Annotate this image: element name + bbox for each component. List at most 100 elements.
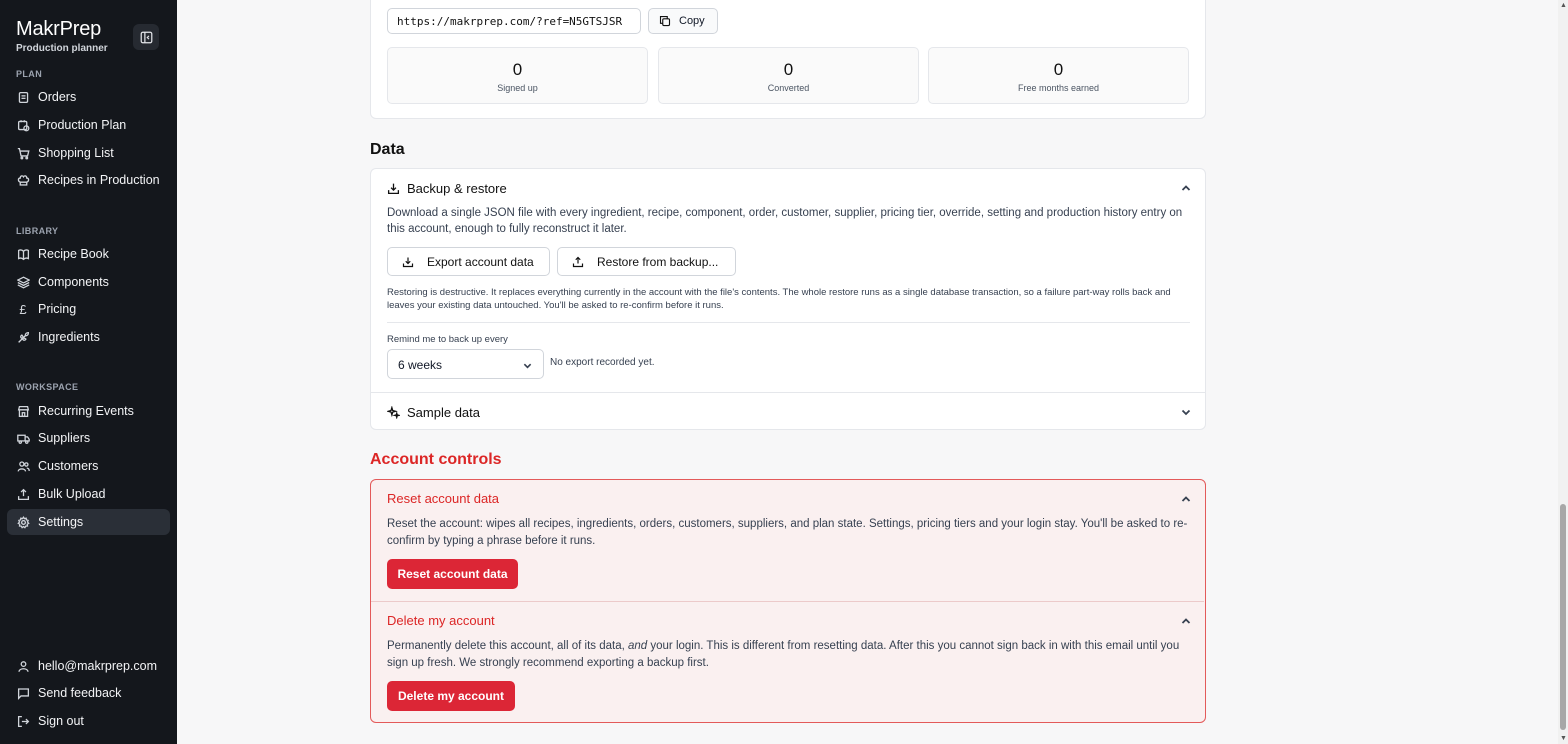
sidebar-item-label: Recurring Events (38, 404, 134, 418)
delete-account-header[interactable]: Delete my account (387, 613, 1191, 628)
sidebar-item-settings[interactable]: Settings (7, 509, 170, 535)
sidebar-item-label: Ingredients (38, 330, 100, 344)
feedback-label: Send feedback (38, 686, 122, 700)
copy-button[interactable]: Copy (648, 8, 718, 34)
brand-subtitle: Production planner (16, 43, 108, 54)
signout-label: Sign out (38, 714, 84, 728)
sidebar-item-components[interactable]: Components (7, 269, 170, 295)
accordion-separator (371, 392, 1205, 393)
sidebar-item-label: Customers (38, 459, 99, 473)
sidebar-item-production-plan[interactable]: Production Plan (7, 112, 170, 138)
sidebar-item-label: Orders (38, 90, 77, 104)
scroll-up-arrow-icon[interactable]: ▲ (1560, 2, 1567, 9)
download-icon (387, 183, 400, 194)
message-square-icon (16, 686, 30, 700)
stat-label: Converted (767, 83, 810, 93)
reset-account-header[interactable]: Reset account data (387, 491, 1191, 506)
panel-left-icon (140, 31, 152, 43)
sidebar-item-label: Pricing (38, 302, 77, 316)
sidebar-item-suppliers[interactable]: Suppliers (7, 425, 170, 451)
backup-reminder-value: 6 weeks (398, 358, 443, 372)
layers-icon (16, 275, 30, 289)
chevron-up-icon (1181, 618, 1191, 624)
scrollbar-thumb[interactable] (1560, 504, 1566, 730)
chevron-up-icon (1181, 496, 1191, 502)
pound-icon: £ (19, 301, 27, 317)
data-section-title: Data (370, 141, 405, 158)
backup-restore-header[interactable]: Backup & restore (387, 178, 1191, 198)
account-controls-title: Account controls (370, 451, 502, 468)
export-account-data-button[interactable]: Export account data (387, 247, 550, 276)
backup-description: Download a single JSON file with every i… (387, 207, 1183, 235)
book-icon (16, 247, 30, 261)
referral-card: https://makrprep.com/?ref=N5GTSJSR Copy … (370, 0, 1206, 119)
orders-icon (16, 90, 30, 104)
export-label: Export account data (427, 254, 534, 269)
stat-value: 0 (1053, 60, 1064, 79)
sidebar-account-email[interactable]: hello@makrprep.com (7, 653, 170, 679)
delete-my-account-button[interactable]: Delete my account (387, 681, 515, 711)
scroll-down-arrow-icon[interactable]: ▼ (1560, 735, 1567, 742)
main-content: https://makrprep.com/?ref=N5GTSJSR Copy … (177, 0, 1558, 744)
reset-title: Reset account data (387, 491, 500, 506)
delete-desc-part: Permanently delete this account, all of … (387, 640, 628, 652)
sidebar-item-label: Recipe Book (38, 247, 109, 261)
sample-data-title: Sample data (407, 404, 480, 420)
chevron-down-icon (1181, 409, 1191, 416)
export-status: No export recorded yet. (550, 357, 655, 368)
stat-signed-up: 0 Signed up (387, 47, 648, 104)
copy-icon (659, 15, 671, 27)
sidebar-item-label: Suppliers (38, 431, 91, 445)
calendar-clock-icon (16, 118, 30, 132)
wheat-icon (16, 330, 30, 344)
sidebar-item-label: Bulk Upload (38, 487, 106, 501)
sidebar-item-label: Recipes in Production (38, 173, 160, 187)
delete-description: Permanently delete this account, all of … (387, 638, 1193, 672)
section-label-library: LIBRARY (16, 226, 59, 236)
log-out-icon (16, 714, 30, 728)
chef-hat-icon (16, 173, 30, 187)
download-icon (402, 257, 414, 267)
reset-account-data-button[interactable]: Reset account data (387, 559, 518, 589)
sparkles-icon (387, 405, 400, 419)
upload-icon (572, 256, 584, 267)
section-label-plan: PLAN (16, 69, 43, 79)
delete-title: Delete my account (387, 613, 495, 628)
referral-url-field[interactable]: https://makrprep.com/?ref=N5GTSJSR (387, 8, 641, 34)
sidebar-item-ingredients[interactable]: Ingredients (7, 324, 170, 350)
sidebar-item-label: Components (38, 275, 109, 289)
chevron-up-icon (1181, 185, 1191, 191)
restore-label: Restore from backup... (597, 254, 719, 269)
sample-data-header[interactable]: Sample data (387, 402, 1191, 422)
stat-value: 0 (512, 60, 523, 79)
sidebar-item-label: Settings (38, 515, 84, 529)
stat-free-months: 0 Free months earned (928, 47, 1189, 104)
sidebar-item-bulk-upload[interactable]: Bulk Upload (7, 481, 170, 507)
store-icon (16, 404, 30, 418)
sidebar-item-pricing[interactable]: £ Pricing (7, 296, 170, 322)
sidebar-item-recipe-book[interactable]: Recipe Book (7, 241, 170, 267)
restore-from-backup-button[interactable]: Restore from backup... (557, 247, 736, 276)
sidebar-item-label: Production Plan (38, 118, 127, 132)
users-icon (16, 459, 30, 473)
user-icon (16, 659, 30, 673)
sidebar-item-orders[interactable]: Orders (7, 84, 170, 110)
restore-warning: Restoring is destructive. It replaces ev… (387, 287, 1171, 311)
upload-icon (16, 487, 30, 501)
sidebar-send-feedback[interactable]: Send feedback (7, 680, 170, 706)
sidebar-item-customers[interactable]: Customers (7, 453, 170, 479)
data-card: Backup & restore Download a single JSON … (370, 168, 1206, 430)
sidebar-sign-out[interactable]: Sign out (7, 708, 170, 734)
sidebar-item-shopping-list[interactable]: Shopping List (7, 140, 170, 166)
brand: MakrPrep Production planner (16, 18, 108, 54)
sidebar: MakrPrep Production planner PLAN Orders … (0, 0, 177, 744)
page-scrollbar[interactable]: ▲ ▼ (1558, 0, 1568, 744)
sidebar-item-recipes-in-production[interactable]: Recipes in Production (7, 167, 170, 193)
truck-icon (16, 431, 30, 445)
sidebar-collapse-button[interactable] (133, 24, 159, 50)
danger-separator (371, 601, 1204, 602)
backup-reminder-select[interactable]: 6 weeks (387, 349, 544, 379)
section-label-workspace: WORKSPACE (16, 382, 79, 392)
stat-converted: 0 Converted (658, 47, 919, 104)
sidebar-item-recurring-events[interactable]: Recurring Events (7, 398, 170, 424)
